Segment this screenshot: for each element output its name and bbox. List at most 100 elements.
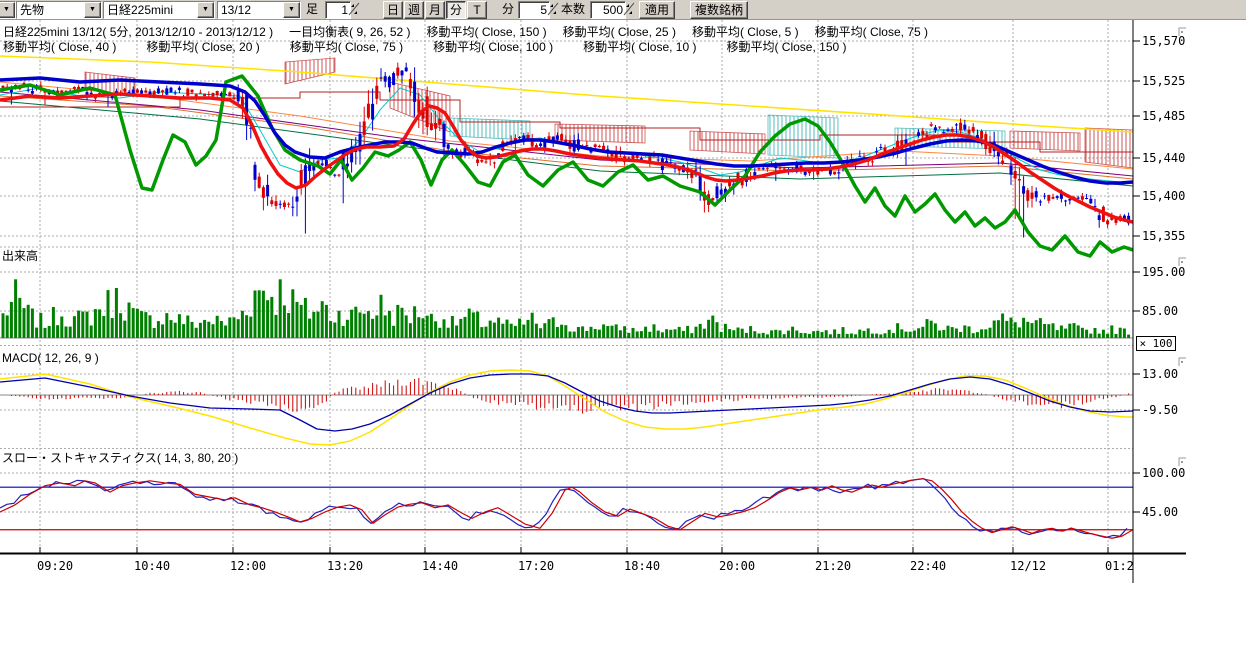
time-axis-label: 13:20 — [327, 559, 363, 573]
timeframe-tick-button[interactable]: T — [467, 1, 487, 19]
candle-body — [871, 161, 874, 162]
bar-count-spinner[interactable] — [623, 1, 635, 17]
market-type-combo[interactable]: 先物 ▼ — [16, 1, 102, 19]
volume-bar — [275, 315, 278, 338]
candle-body — [140, 90, 143, 93]
volume-bar — [884, 333, 887, 338]
volume-bar — [455, 326, 458, 339]
volume-bar — [1119, 328, 1122, 338]
multi-symbol-button[interactable]: 複数銘柄 — [690, 1, 748, 19]
chart-canvas[interactable] — [0, 0, 1246, 654]
volume-bar — [317, 312, 320, 338]
pane-resize-grip[interactable] — [1181, 361, 1183, 363]
volume-bar — [602, 324, 605, 338]
volume-bar — [241, 311, 244, 338]
candle-body — [346, 164, 349, 167]
hidden-combo-partial[interactable]: ▼ — [0, 1, 16, 19]
chevron-down-icon[interactable]: ▼ — [0, 2, 15, 18]
apply-button[interactable]: 適用 — [639, 1, 675, 19]
volume-bar — [1039, 318, 1042, 338]
timeframe-week-button[interactable]: 週 — [404, 1, 424, 19]
pane-resize-grip[interactable] — [1181, 261, 1183, 263]
contract-month-value: 13/12 — [218, 2, 283, 18]
volume-bar — [942, 330, 945, 338]
volume-bar — [308, 319, 311, 338]
time-axis-label: 12/12 — [1010, 559, 1046, 573]
volume-bar — [531, 313, 534, 338]
volume-bar — [627, 333, 630, 338]
pane-resize-grip[interactable] — [1181, 31, 1183, 33]
volume-bar — [1094, 328, 1097, 338]
plot-area[interactable] — [0, 20, 1133, 553]
candle-body — [972, 127, 975, 131]
candle-body — [1098, 215, 1101, 220]
ichimoku-cloud-band — [85, 72, 135, 95]
volume-bar — [1068, 324, 1071, 338]
volume-bar — [590, 327, 593, 338]
volume-bar — [338, 311, 341, 338]
volume-bar — [459, 319, 462, 338]
timeframe-minute-button[interactable]: 分 — [446, 1, 466, 19]
volume-bar — [325, 305, 328, 338]
volume-bar — [611, 326, 614, 338]
contract-month-combo[interactable]: 13/12 ▼ — [217, 1, 301, 19]
volume-bar — [972, 333, 975, 338]
chevron-down-icon[interactable]: ▼ — [283, 2, 300, 18]
candle-body — [371, 104, 374, 120]
indicator-legend-row-2: 移動平均( Close, 40 )移動平均( Close, 20 )移動平均( … — [3, 38, 877, 55]
volume-bar — [23, 308, 26, 338]
volume-bar — [98, 309, 101, 338]
volume-bar — [548, 319, 551, 338]
candle-body — [233, 98, 236, 99]
volume-bar — [665, 329, 668, 338]
volume-bar — [346, 320, 349, 338]
candle-body — [275, 201, 278, 206]
volume-bar — [262, 291, 265, 338]
volume-bar — [871, 334, 874, 338]
volume-bar — [119, 313, 122, 338]
candle-body — [728, 182, 731, 186]
volume-bar — [829, 334, 832, 338]
candle-body — [384, 76, 387, 82]
volume-bar — [648, 332, 651, 338]
toolbar: ▼ 先物 ▼ 日経225mini ▼ 13/12 ▼ 足 1 日 週 月 分 T… — [0, 0, 1246, 20]
volume-bar — [480, 327, 483, 338]
candle-body — [216, 91, 219, 95]
timeframe-month-button[interactable]: 月 — [425, 1, 445, 19]
candle-body — [262, 187, 265, 198]
volume-bar — [220, 321, 223, 338]
bar-count-input[interactable]: 500 — [590, 1, 626, 19]
volume-bar — [837, 334, 840, 338]
volume-bar — [535, 324, 538, 338]
candle-body — [178, 88, 181, 90]
candle-body — [560, 134, 563, 140]
minute-value-input[interactable]: 5 — [518, 1, 550, 19]
volume-bar — [963, 325, 966, 338]
y-axis-label: 85.00 — [1142, 304, 1178, 318]
chevron-down-icon[interactable]: ▼ — [197, 2, 214, 18]
minute-spinner[interactable] — [547, 1, 559, 17]
volume-bar — [501, 324, 504, 338]
y-axis-label: 15,570 — [1142, 34, 1185, 48]
volume-bar — [1106, 334, 1109, 338]
volume-bar — [581, 326, 584, 338]
time-axis-label: 18:40 — [624, 559, 660, 573]
volume-bar — [711, 316, 714, 338]
candle-body — [443, 124, 446, 147]
candle-body — [388, 77, 391, 88]
chevron-down-icon[interactable]: ▼ — [84, 2, 101, 18]
candle-body — [186, 89, 189, 96]
market-type-value: 先物 — [17, 2, 84, 18]
volume-bar — [2, 313, 5, 338]
volume-bar — [363, 314, 366, 338]
timeframe-day-button[interactable]: 日 — [383, 1, 403, 19]
ashi-spinner[interactable] — [348, 1, 360, 17]
volume-bar — [115, 288, 118, 338]
volume-bar — [329, 321, 332, 338]
symbol-combo[interactable]: 日経225mini ▼ — [103, 1, 215, 19]
volume-bar — [934, 323, 937, 338]
candle-body — [766, 168, 769, 169]
volume-bar — [913, 331, 916, 339]
pane-resize-grip[interactable] — [1181, 461, 1183, 463]
volume-bar — [1115, 334, 1118, 338]
